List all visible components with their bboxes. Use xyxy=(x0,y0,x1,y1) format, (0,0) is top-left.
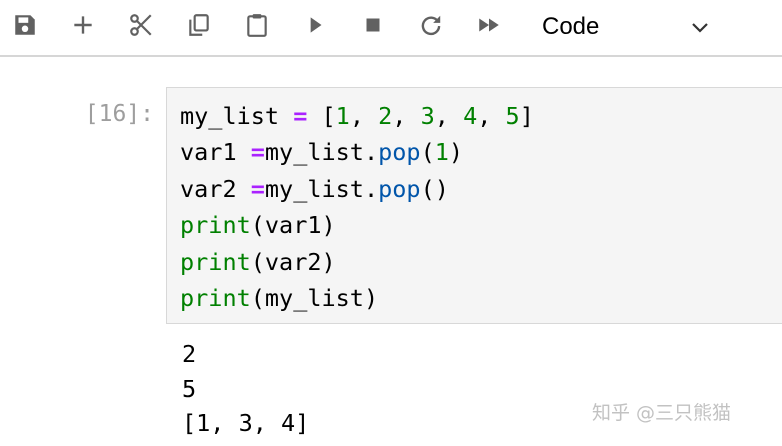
cut-cell-button[interactable] xyxy=(124,8,158,42)
code-line: print(var1) xyxy=(180,211,336,240)
output-line: 2 xyxy=(182,340,197,368)
restart-kernel-button[interactable] xyxy=(414,8,448,42)
output-line: [1, 3, 4] xyxy=(182,409,310,437)
clipboard-icon xyxy=(247,14,267,37)
code-editor[interactable]: my_list = [1, 2, 3, 4, 5] var1 =my_list.… xyxy=(180,98,534,316)
zhihu-watermark: 知乎 @三只熊猫 xyxy=(592,402,732,424)
play-icon xyxy=(310,17,322,33)
stop-icon xyxy=(366,18,380,32)
code-line: var1 =my_list.pop(1) xyxy=(180,138,464,167)
code-line: my_list = [1, 2, 3, 4, 5] xyxy=(180,102,534,130)
plus-icon xyxy=(74,16,92,34)
fast-forward-icon xyxy=(479,18,499,32)
cell-prompt: [16]: xyxy=(84,101,154,127)
insert-cell-button[interactable] xyxy=(66,8,100,42)
code-line: var2 =my_list.pop() xyxy=(180,174,449,203)
copy-cell-button[interactable] xyxy=(182,8,216,42)
cell-type-label: Code xyxy=(542,13,600,40)
run-cell-button[interactable] xyxy=(298,8,332,42)
paste-cell-button[interactable] xyxy=(240,8,274,42)
chevron-down-icon xyxy=(692,23,708,33)
interrupt-kernel-button[interactable] xyxy=(356,8,390,42)
copy-icon xyxy=(189,14,209,36)
notebook-toolbar: Code xyxy=(0,0,782,57)
code-line: print(my_list) xyxy=(180,284,379,313)
output-line: 5 xyxy=(182,374,197,403)
save-button[interactable] xyxy=(8,8,42,42)
refresh-icon xyxy=(421,15,441,36)
save-icon xyxy=(15,15,35,35)
cell-type-dropdown[interactable]: Code xyxy=(530,8,720,44)
scissors-icon xyxy=(130,14,152,36)
cell-output: 2 5 [1, 3, 4] xyxy=(182,337,309,441)
run-all-button[interactable] xyxy=(472,8,506,42)
code-line: print(var2) xyxy=(180,247,336,276)
